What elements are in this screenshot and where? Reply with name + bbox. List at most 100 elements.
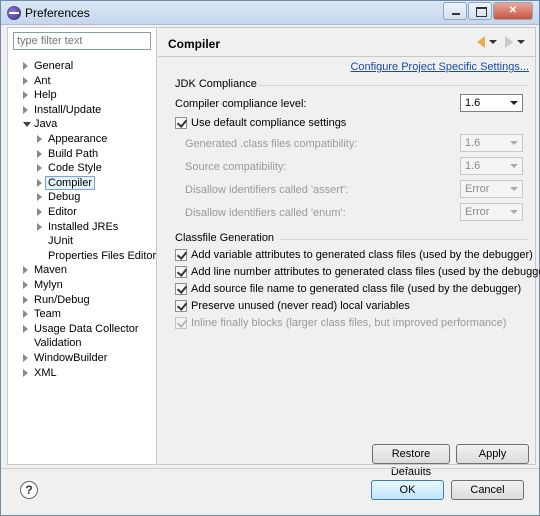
tree-item-label: XML (34, 366, 57, 379)
tree-item[interactable]: Usage Data Collector (23, 322, 139, 336)
page-title: Compiler (168, 37, 221, 51)
disallow-enum-label: Disallow identifiers called 'enum': (185, 207, 346, 219)
ok-button[interactable]: OK (371, 480, 444, 500)
expand-arrow-icon[interactable] (37, 149, 42, 158)
checkbox-box[interactable] (175, 300, 187, 312)
generated-class-compat-label: Generated .class files compatibility: (185, 138, 358, 150)
tree-item[interactable]: Debug (37, 190, 81, 204)
preferences-window: Preferences ✕ General Ant HelpInstall/Upda… (0, 0, 540, 516)
chevron-down-icon (510, 210, 518, 214)
tree-item[interactable]: Install/Update (23, 103, 102, 117)
filter-input[interactable] (13, 32, 151, 50)
preference-tree-pane: General Ant HelpInstall/Update Java Appearan… (7, 27, 157, 465)
checkbox-box[interactable] (175, 266, 187, 278)
expand-arrow-icon[interactable] (23, 324, 28, 333)
disallow-enum-value: Error (465, 206, 490, 218)
expand-arrow-open-icon[interactable] (23, 122, 31, 128)
tree-item[interactable]: Code Style (37, 161, 102, 175)
tree-item-label: Debug (48, 191, 81, 204)
tree-item-label: Code Style (48, 162, 102, 175)
disallow-assert-select[interactable]: Error (460, 180, 523, 198)
compliance-level-label: Compiler compliance level: (175, 98, 307, 110)
expand-arrow-icon[interactable] (37, 208, 42, 216)
disallow-assert-value: Error (465, 183, 490, 195)
group-divider (258, 85, 528, 86)
expand-arrow-icon[interactable] (37, 222, 42, 231)
restore-defaults-button[interactable]: Restore Defaults (372, 444, 450, 478)
tree-item-label: Team (34, 308, 61, 321)
tree-item-label: Maven (34, 264, 68, 277)
tree-item[interactable]: Mylyn (23, 278, 63, 292)
expand-arrow-icon[interactable] (23, 310, 28, 319)
classfile-option-label: Inline finally blocks (larger class file… (191, 317, 507, 329)
apply-button[interactable]: Apply (456, 444, 529, 464)
expand-arrow-icon[interactable] (37, 178, 42, 187)
menu-dropdown-icon[interactable] (517, 40, 525, 44)
back-dropdown-icon[interactable] (489, 40, 497, 44)
cancel-button[interactable]: Cancel (451, 480, 524, 500)
expand-arrow-icon[interactable] (23, 354, 28, 362)
checkbox-box[interactable] (175, 249, 187, 261)
tree-item[interactable]: XML (23, 366, 57, 380)
tree-item[interactable]: Maven (23, 263, 68, 277)
tree-item[interactable]: Team (23, 307, 61, 321)
checkbox-box[interactable] (175, 283, 187, 295)
chevron-down-icon (510, 187, 518, 191)
maximize-button[interactable] (468, 2, 492, 20)
expand-arrow-icon[interactable] (23, 295, 28, 304)
tree-item-label: Run/Debug (34, 293, 90, 306)
tree-item[interactable]: Properties Files Editor (48, 249, 156, 263)
expand-arrow-icon[interactable] (37, 135, 42, 143)
tree-item[interactable]: Compiler (37, 175, 96, 190)
close-button[interactable]: ✕ (493, 2, 533, 20)
tree-item-label: Properties Files Editor (48, 249, 157, 262)
tree-item[interactable]: Build Path (37, 147, 99, 161)
generated-class-compat-value: 1.6 (465, 137, 481, 149)
tree-item-label: General (34, 60, 74, 72)
tree-item-label: Editor (48, 206, 77, 218)
tree-item-label: JUnit (48, 235, 74, 248)
disallow-enum-select[interactable]: Error (460, 203, 523, 221)
expand-arrow-icon[interactable] (23, 76, 28, 85)
expand-arrow-icon[interactable] (37, 164, 42, 173)
classfile-option-label: Preserve unused (never read) local varia… (191, 300, 410, 312)
expand-arrow-icon[interactable] (23, 266, 28, 275)
tree-item[interactable]: Editor (37, 205, 77, 219)
tree-item[interactable]: General (23, 59, 74, 73)
disallow-assert-label: Disallow identifiers called 'assert': (185, 184, 349, 196)
tree-item[interactable]: Ant (23, 74, 51, 88)
expand-arrow-icon[interactable] (23, 91, 28, 100)
expand-arrow-icon[interactable] (23, 105, 28, 114)
tree-item[interactable]: Java (23, 117, 57, 131)
source-compat-select[interactable]: 1.6 (460, 157, 523, 175)
expand-arrow-icon[interactable] (23, 368, 28, 377)
tree-item[interactable]: Appearance (37, 132, 107, 146)
forward-arrow-icon[interactable] (505, 36, 513, 48)
tree-item-label: Validation (34, 337, 82, 350)
expand-arrow-icon[interactable] (23, 281, 28, 289)
tree-item[interactable]: Help (23, 88, 57, 102)
back-arrow-icon[interactable] (477, 36, 485, 48)
checkbox-box[interactable] (175, 317, 187, 329)
compliance-level-select[interactable]: 1.6 (460, 94, 523, 112)
tree-item[interactable]: Installed JREs (37, 220, 119, 234)
tree-item-label: Install/Update (34, 103, 102, 116)
classfile-option-label: Add source file name to generated class … (191, 283, 522, 295)
chevron-down-icon (510, 141, 518, 145)
tree-item-label: Usage Data Collector (34, 322, 139, 335)
expand-arrow-icon[interactable] (23, 62, 28, 70)
tree-item[interactable]: Validation (34, 336, 82, 350)
checkbox-box[interactable] (175, 117, 187, 129)
title-bar[interactable]: Preferences ✕ (1, 1, 539, 25)
tree-item[interactable]: WindowBuilder (23, 351, 107, 365)
configure-project-settings-link[interactable]: Configure Project Specific Settings... (350, 61, 529, 73)
tree-item[interactable]: JUnit (48, 234, 73, 248)
help-icon[interactable]: ? (20, 481, 38, 499)
tree-item[interactable]: Run/Debug (23, 293, 90, 307)
title-separator (158, 56, 536, 57)
expand-arrow-icon[interactable] (37, 193, 42, 202)
minimize-button[interactable] (443, 2, 467, 20)
tree-item-label: Installed JREs (48, 220, 119, 233)
tree-item-label: Build Path (48, 147, 99, 160)
generated-class-compat-select[interactable]: 1.6 (460, 134, 523, 152)
